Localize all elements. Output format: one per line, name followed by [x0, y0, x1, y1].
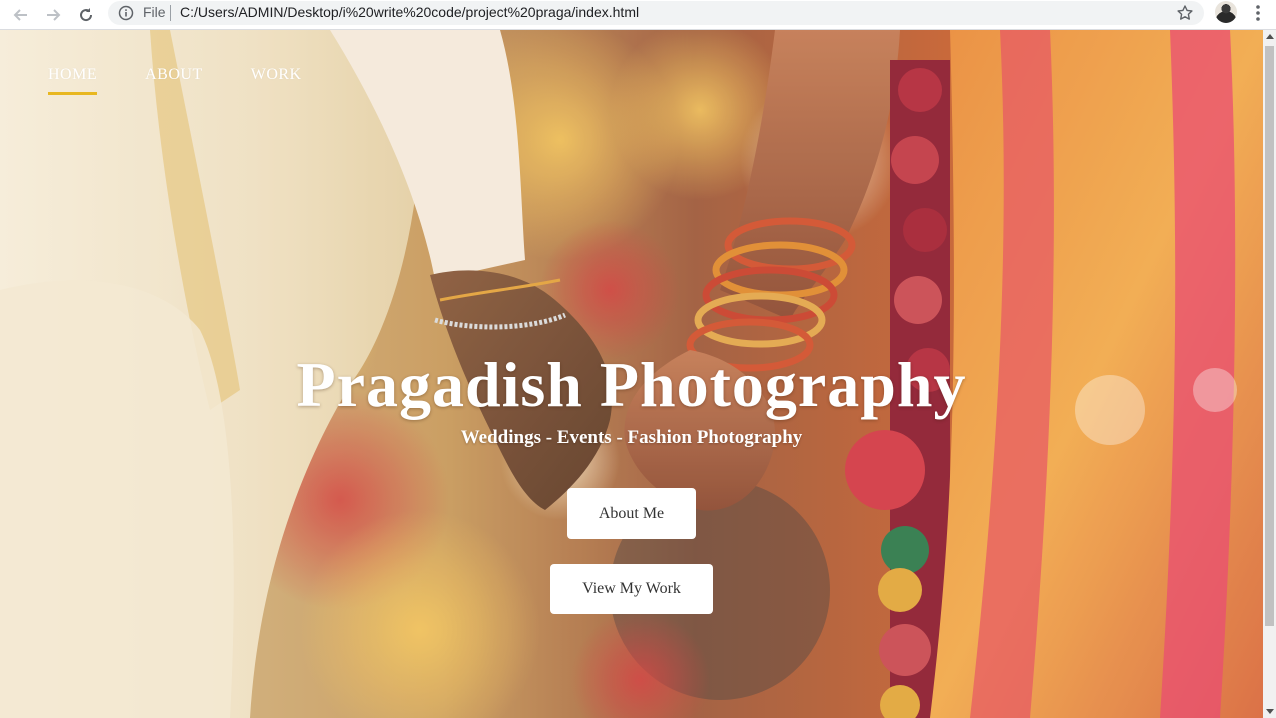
- nav-work[interactable]: WORK: [251, 66, 302, 95]
- nav-home[interactable]: HOME: [48, 66, 98, 95]
- file-scheme-label: File: [143, 4, 166, 20]
- page-scrollbar[interactable]: [1263, 30, 1276, 718]
- forward-arrow-icon[interactable]: [42, 4, 64, 26]
- nav-about[interactable]: ABOUT: [145, 66, 203, 95]
- back-arrow-icon[interactable]: [10, 4, 32, 26]
- star-icon[interactable]: [1176, 4, 1194, 22]
- page-viewport: HOME ABOUT WORK Pragadish Photography We…: [0, 30, 1263, 718]
- address-bar[interactable]: File C:/Users/ADMIN/Desktop/i%20write%20…: [108, 1, 1204, 25]
- about-me-button[interactable]: About Me: [567, 488, 696, 539]
- kebab-menu-icon[interactable]: [1250, 4, 1266, 22]
- browser-toolbar: File C:/Users/ADMIN/Desktop/i%20write%20…: [0, 0, 1276, 30]
- profile-avatar[interactable]: [1215, 1, 1237, 23]
- omnibox-divider: [170, 5, 171, 21]
- scroll-down-arrow-icon[interactable]: [1266, 709, 1274, 714]
- url-text[interactable]: C:/Users/ADMIN/Desktop/i%20write%20code/…: [180, 4, 639, 20]
- view-my-work-button[interactable]: View My Work: [550, 564, 713, 614]
- site-nav: HOME ABOUT WORK: [48, 66, 302, 95]
- scroll-thumb[interactable]: [1265, 46, 1274, 626]
- scroll-up-arrow-icon[interactable]: [1266, 34, 1274, 39]
- info-icon[interactable]: [118, 5, 134, 21]
- hero-subtitle: Weddings - Events - Fashion Photography: [460, 427, 803, 448]
- reload-icon[interactable]: [75, 4, 97, 26]
- hero-title: Pragadish Photography: [296, 349, 967, 420]
